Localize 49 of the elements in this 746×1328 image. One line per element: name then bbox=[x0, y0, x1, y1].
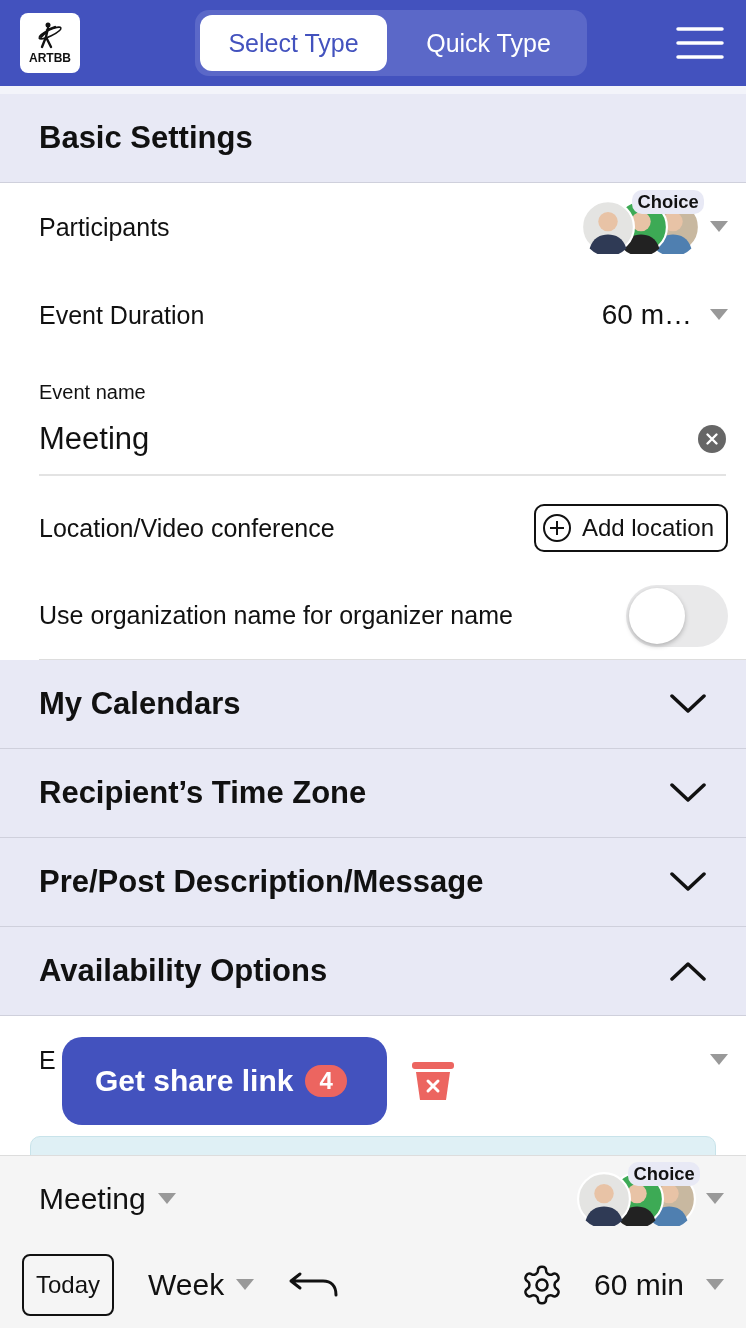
section-header[interactable]: My Calendars bbox=[0, 660, 746, 749]
logo-text: ARTBB bbox=[29, 52, 71, 64]
section-header[interactable]: Availability Options bbox=[0, 927, 746, 1016]
toggle-switch[interactable] bbox=[626, 584, 728, 647]
share-link-button[interactable]: Get share link 4 bbox=[62, 1037, 387, 1125]
type-tab[interactable]: Quick Type bbox=[395, 15, 582, 71]
section-title: Availability Options bbox=[39, 953, 328, 989]
today-button[interactable]: Today bbox=[22, 1254, 114, 1316]
count-badge: 4 bbox=[305, 1065, 347, 1097]
chevron-down-icon[interactable] bbox=[670, 872, 706, 892]
section-header[interactable]: Pre/Post Description/Message bbox=[0, 838, 746, 927]
menu-icon bbox=[676, 26, 724, 60]
chevron-down-icon[interactable] bbox=[670, 694, 706, 714]
section-title: Recipient’s Time Zone bbox=[39, 775, 367, 811]
duration-label: Event Duration bbox=[39, 300, 205, 330]
organization-name-label: Use organization name for organizer name bbox=[39, 601, 513, 630]
choice-badge: Choice bbox=[632, 190, 704, 214]
event-type-dropdown[interactable]: Meeting bbox=[39, 1182, 176, 1216]
choice-badge: Choice bbox=[628, 1162, 700, 1186]
option-label: E bbox=[39, 1045, 56, 1075]
event-name-label: Event name bbox=[38, 380, 147, 404]
event-name-field[interactable]: Meeting bbox=[39, 404, 726, 476]
dropdown-caret-icon bbox=[706, 1279, 724, 1291]
add-location-button[interactable]: Add location bbox=[533, 504, 728, 552]
participants-label: Participants bbox=[39, 212, 170, 242]
section-header[interactable]: Recipient’s Time Zone bbox=[0, 749, 746, 838]
dropdown-caret-icon bbox=[710, 1054, 728, 1066]
dropdown-caret-icon bbox=[710, 309, 728, 321]
duration-dropdown[interactable]: 60 min bbox=[593, 1268, 724, 1302]
section-title: Pre/Post Description/Message bbox=[39, 864, 484, 900]
clear-icon[interactable] bbox=[698, 425, 726, 453]
dropdown-caret-icon bbox=[706, 1193, 724, 1205]
type-tab[interactable]: Select Type bbox=[200, 15, 387, 71]
section-title: My Calendars bbox=[39, 686, 241, 722]
menu-button[interactable] bbox=[676, 26, 726, 60]
section-title: Basic Settings bbox=[39, 120, 253, 156]
logo[interactable]: ARTBB bbox=[20, 13, 80, 73]
avatar bbox=[577, 1172, 632, 1226]
dropdown-caret-icon bbox=[236, 1279, 255, 1291]
dropdown-caret-icon bbox=[710, 221, 728, 233]
view-dropdown[interactable]: Week bbox=[148, 1268, 255, 1302]
dropdown-caret-icon bbox=[157, 1193, 176, 1205]
chevron-down-icon[interactable] bbox=[670, 783, 706, 803]
trash-icon[interactable] bbox=[412, 1062, 454, 1102]
plus-circle-icon bbox=[541, 513, 572, 543]
location-label: Location/Video conference bbox=[39, 513, 335, 543]
chevron-up-icon[interactable] bbox=[670, 961, 706, 981]
avatar bbox=[581, 200, 636, 254]
duration-value[interactable]: 60 m… bbox=[601, 299, 692, 331]
